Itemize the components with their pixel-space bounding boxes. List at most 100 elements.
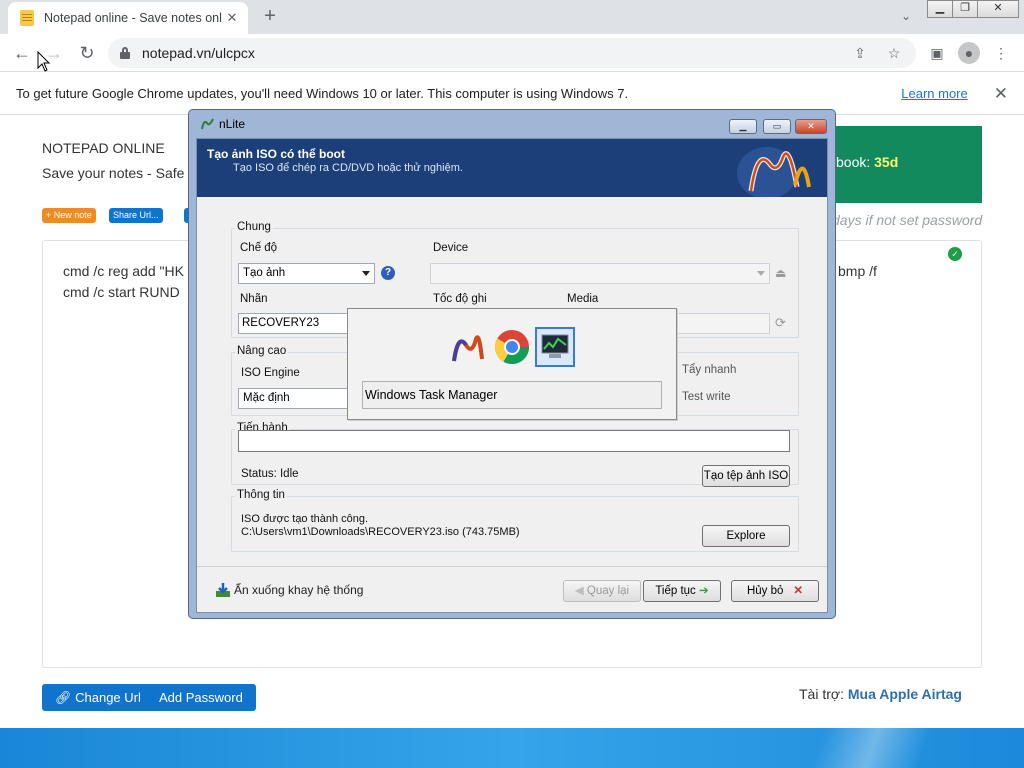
- cancel-button[interactable]: Hủy bỏ ✕: [731, 580, 819, 602]
- sponsor-link[interactable]: Mua Apple Airtag: [848, 686, 962, 702]
- footer-divider: [197, 566, 827, 567]
- mode-value: Tạo ảnh: [243, 267, 286, 279]
- alt-tab-switcher: Windows Task Manager: [347, 308, 677, 420]
- next-arrow-icon: ➔: [695, 585, 709, 597]
- windows-taskbar: [0, 728, 1024, 768]
- banner-subtitle: Tạo ISO để chép ra CD/DVD hoặc thử nghiệ…: [233, 162, 463, 174]
- new-tab-button[interactable]: +: [258, 5, 282, 29]
- expire-note: days if not set password: [832, 212, 983, 228]
- tab-title: Notepad online - Save notes onl: [44, 11, 222, 25]
- profile-avatar-icon[interactable]: ●: [958, 42, 980, 64]
- share-url-button[interactable]: Share Url...: [109, 208, 163, 223]
- reload-icon[interactable]: ↻: [75, 41, 99, 65]
- task-manager-app-icon[interactable]: [535, 327, 575, 367]
- saved-check-icon: ✓: [948, 247, 962, 261]
- test-write-checkbox[interactable]: Test write: [682, 391, 731, 403]
- dialog-title: nLite: [219, 117, 246, 131]
- help-icon[interactable]: ?: [381, 266, 395, 280]
- chrome-app-icon[interactable]: [492, 327, 532, 367]
- share-icon[interactable]: ⇪: [850, 45, 870, 62]
- dialog-banner: Tạo ảnh ISO có thể boot Tạo ISO để chép …: [197, 139, 827, 197]
- cancel-x-icon: ✕: [793, 585, 804, 597]
- banner-title: Tạo ảnh ISO có thể boot: [207, 147, 345, 161]
- device-select[interactable]: [430, 263, 770, 284]
- tab-notepad[interactable]: Notepad online - Save notes onl ✕: [8, 2, 248, 34]
- next-button[interactable]: Tiếp tục ➔: [643, 580, 721, 602]
- mode-select[interactable]: Tạo ảnh: [238, 263, 375, 284]
- new-note-button[interactable]: + New note: [42, 208, 96, 223]
- engine-value: Mặc định: [243, 392, 290, 404]
- address-bar[interactable]: notepad.vn/ulcpcx ⇪ ☆: [108, 38, 916, 68]
- make-iso-button[interactable]: Tạo tệp ảnh ISO: [702, 465, 790, 487]
- device-label: Device: [433, 242, 469, 254]
- group-advanced-label: Nâng cao: [235, 345, 289, 357]
- dialog-minimize-button[interactable]: ▁: [729, 119, 757, 134]
- browser-toolbar: ← → ↻ notepad.vn/ulcpcx ⇪ ☆ ▣ ● ⋮: [0, 34, 1024, 72]
- dialog-maximize-button[interactable]: ▭: [763, 119, 791, 134]
- editor-line-1-tail[interactable]: bmp /f: [838, 263, 877, 279]
- infobar-close-icon[interactable]: ✕: [994, 84, 1008, 104]
- side-panel-icon[interactable]: ▣: [926, 42, 948, 64]
- tray-download-icon: [216, 583, 230, 597]
- nlite-logo-icon: [201, 118, 214, 130]
- back-arrow-icon: ◀︎: [574, 585, 587, 597]
- promo-box[interactable]: book: 35d: [830, 126, 982, 203]
- group-info-label: Thông tin: [235, 489, 287, 501]
- editor-line-1[interactable]: cmd /c reg add "HK: [63, 263, 184, 279]
- monitor-icon: [541, 334, 569, 358]
- refresh-icon[interactable]: ⟳: [775, 315, 791, 331]
- quick-erase-checkbox[interactable]: Tẩy nhanh: [682, 364, 736, 376]
- bookmark-star-icon[interactable]: ☆: [884, 45, 904, 62]
- change-url-button[interactable]: 🔗︎ Change Url: [42, 684, 154, 711]
- dialog-close-button[interactable]: ✕: [795, 119, 827, 134]
- change-url-label: Change Url: [75, 690, 141, 705]
- tab-search-icon[interactable]: ⌄: [896, 6, 916, 26]
- cancel-label: Hủy bỏ: [746, 585, 784, 597]
- status-text: Status: Idle: [241, 468, 299, 480]
- switcher-selected-label: Windows Task Manager: [362, 381, 662, 409]
- link-icon: 🔗︎: [55, 690, 76, 705]
- back-arrow-icon[interactable]: ←: [10, 41, 34, 65]
- back-button[interactable]: ◀︎ Quay lại: [563, 580, 641, 602]
- info-line-1: ISO được tạo thành công.: [241, 513, 369, 525]
- next-label: Tiếp tục: [655, 585, 696, 597]
- progress-bar: [238, 430, 790, 452]
- url-text[interactable]: notepad.vn/ulcpcx: [142, 45, 836, 61]
- mouse-cursor-icon: [37, 51, 51, 72]
- engine-select[interactable]: Mặc định: [238, 388, 358, 409]
- tab-close-icon[interactable]: ✕: [224, 10, 240, 26]
- window-minimize-button[interactable]: ▁: [927, 0, 953, 18]
- learn-more-link[interactable]: Learn more: [901, 86, 967, 101]
- info-line-2: C:\Users\vm1\Downloads\RECOVERY23.iso (7…: [241, 526, 520, 538]
- site-brand: NOTEPAD ONLINE: [42, 140, 165, 156]
- sponsor: Tài trợ: Mua Apple Airtag: [799, 686, 962, 702]
- lock-icon[interactable]: [120, 47, 130, 59]
- chevron-down-icon: [362, 271, 370, 276]
- notepad-favicon-icon: [20, 10, 34, 26]
- eject-icon[interactable]: ⏏: [775, 266, 789, 280]
- mode-label: Chế độ: [240, 242, 278, 254]
- chevron-down-icon: [757, 271, 765, 276]
- add-password-button[interactable]: Add Password: [146, 684, 256, 711]
- promo-text: book:: [836, 154, 875, 170]
- back-label: Quay lại: [586, 585, 630, 597]
- engine-label: ISO Engine: [241, 367, 300, 379]
- site-tagline: Save your notes - Safe: [42, 165, 185, 181]
- sponsor-label: Tài trợ:: [799, 686, 848, 702]
- nlite-app-icon[interactable]: [448, 327, 488, 367]
- group-general-label: Chung: [235, 221, 273, 233]
- tray-link[interactable]: Ẩn xuống khay hệ thống: [215, 582, 363, 598]
- editor-line-2[interactable]: cmd /c start RUND: [63, 284, 180, 300]
- promo-days: 35d: [874, 154, 899, 170]
- nlite-banner-logo-icon: [737, 147, 811, 197]
- media-label: Media: [567, 293, 599, 305]
- window-close-button[interactable]: ✕: [977, 0, 1019, 18]
- speed-label: Tốc độ ghi: [433, 293, 487, 305]
- tab-strip: Notepad online - Save notes onl ✕ + ⌄ ▁ …: [0, 0, 1024, 34]
- infobar-message: To get future Google Chrome updates, you…: [16, 86, 629, 101]
- more-menu-icon[interactable]: ⋮: [990, 42, 1012, 64]
- tray-label: Ẩn xuống khay hệ thống: [234, 583, 364, 597]
- window-restore-button[interactable]: ❐: [952, 0, 978, 18]
- explore-button[interactable]: Explore: [702, 525, 790, 547]
- label-label: Nhãn: [240, 293, 268, 305]
